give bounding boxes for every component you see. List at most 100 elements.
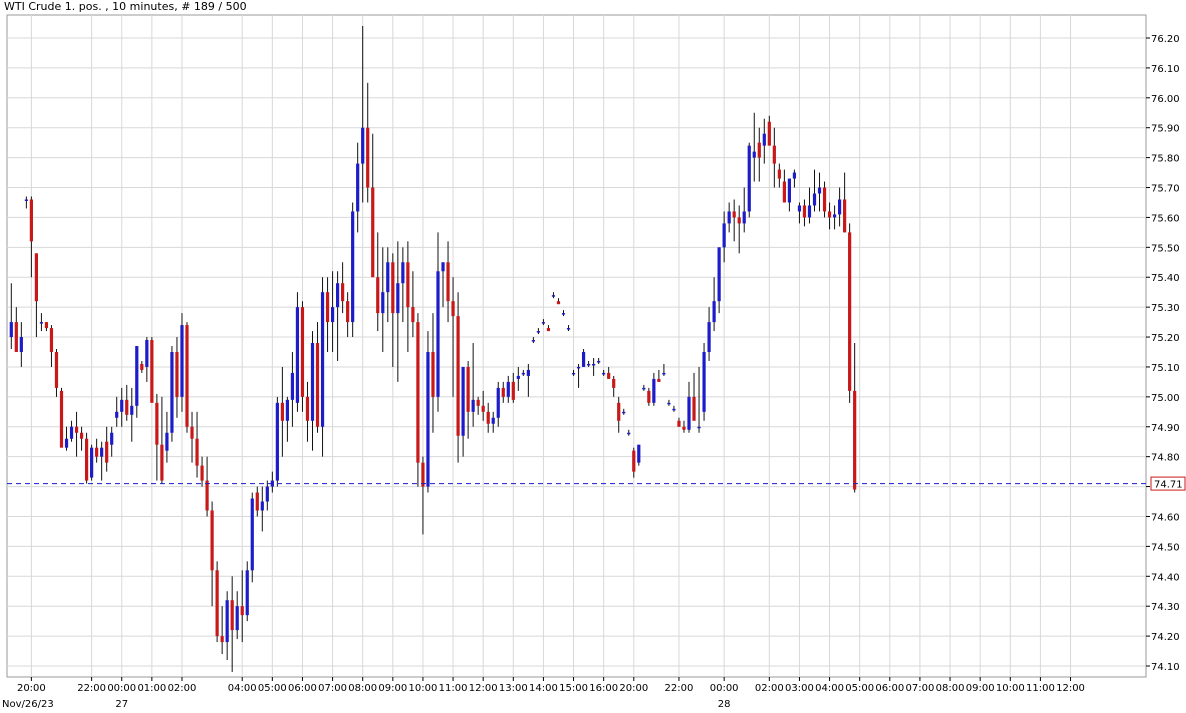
current-price-marker: 74.71 (1150, 476, 1186, 491)
candle-body (571, 372, 576, 375)
candlestick-chart[interactable]: 74.1074.2074.3074.4074.5074.6074.7074.80… (0, 0, 1186, 713)
candle (571, 369, 576, 376)
candle-body (386, 262, 390, 293)
y-tick-label: 75.00 (1151, 393, 1180, 404)
candle (295, 292, 300, 412)
candle-body (652, 378, 656, 403)
candle-body (381, 292, 385, 314)
candle (280, 366, 284, 457)
candle (305, 381, 310, 442)
candle (556, 298, 561, 305)
candle-body (541, 322, 546, 324)
x-tick-label: 02:00 (168, 683, 197, 694)
candle-body (516, 375, 520, 379)
candle (250, 492, 254, 583)
candle (69, 420, 74, 442)
candle (160, 396, 164, 484)
candle-body (336, 283, 340, 308)
candle-body (320, 292, 325, 427)
x-tick-label: 01:00 (137, 683, 166, 694)
candle-body (24, 199, 28, 201)
candle-body (285, 399, 289, 421)
candle (597, 357, 601, 364)
candle-body (79, 432, 84, 439)
candle-body (54, 352, 59, 388)
x-tick-label: 04:00 (228, 683, 257, 694)
candle-body (511, 381, 515, 400)
candle-body (491, 417, 495, 424)
x-tick-label: 11:00 (1026, 683, 1055, 694)
candle (175, 337, 179, 418)
candle-body (612, 378, 616, 388)
candle-body (366, 127, 370, 188)
x-tick-label: 05:00 (258, 683, 287, 694)
candle-body (135, 346, 139, 406)
candle-body (416, 322, 420, 463)
candle (551, 292, 556, 299)
x-date-label: Nov/26/23 (2, 699, 54, 710)
candle-body (95, 447, 99, 457)
candle (536, 328, 540, 335)
candle (843, 172, 847, 233)
candle (737, 205, 741, 254)
candle-body (351, 211, 355, 323)
candle (667, 399, 671, 406)
candle-body (622, 411, 626, 414)
candle (416, 313, 420, 487)
candle-body (325, 292, 330, 323)
candle (812, 169, 817, 212)
y-tick-label: 74.90 (1151, 423, 1180, 434)
x-tick-label: 22:00 (665, 683, 694, 694)
candle-body (812, 193, 817, 206)
candle (491, 411, 495, 433)
candle (255, 486, 259, 517)
candle-body (125, 399, 129, 415)
candle-body (195, 438, 199, 466)
candle-body (797, 205, 802, 212)
candle-body (657, 378, 661, 382)
candle-body (44, 322, 49, 329)
candles (9, 26, 857, 672)
candle (130, 387, 134, 442)
candle-body (566, 328, 571, 330)
candle (115, 396, 119, 427)
candle-body (617, 402, 621, 421)
x-tick-label: 08:00 (348, 683, 377, 694)
x-tick-label: 12:00 (469, 683, 498, 694)
candle (346, 292, 350, 338)
candle-body (401, 262, 405, 284)
candle (396, 241, 400, 382)
candle-body (526, 369, 530, 376)
candle (622, 408, 626, 415)
candle (762, 118, 766, 164)
candle-body (712, 301, 716, 323)
candle-body (310, 343, 315, 421)
candle-body (376, 277, 380, 314)
candle (838, 187, 842, 227)
candle (848, 223, 852, 403)
candle (74, 411, 79, 457)
candle-body (747, 145, 751, 212)
plot-frame (6, 14, 1147, 678)
candle (496, 381, 500, 427)
y-tick-label: 74.40 (1151, 572, 1180, 583)
candle-body (19, 337, 23, 352)
candle (140, 360, 144, 373)
candle (501, 381, 505, 403)
candle-body (481, 405, 485, 412)
candle-body (29, 199, 33, 242)
candle (587, 360, 591, 367)
candle (617, 396, 621, 433)
y-tick-label: 75.40 (1151, 273, 1180, 284)
candle-body (330, 307, 335, 323)
candle (546, 325, 551, 332)
y-tick-label: 74.50 (1151, 542, 1180, 553)
candle (265, 480, 269, 511)
candle (516, 366, 520, 391)
candle-body (69, 426, 74, 439)
candle-body (762, 133, 766, 146)
candle (270, 471, 274, 493)
candle-body (597, 360, 601, 363)
candle-body (787, 178, 791, 203)
candle-body (843, 199, 847, 233)
